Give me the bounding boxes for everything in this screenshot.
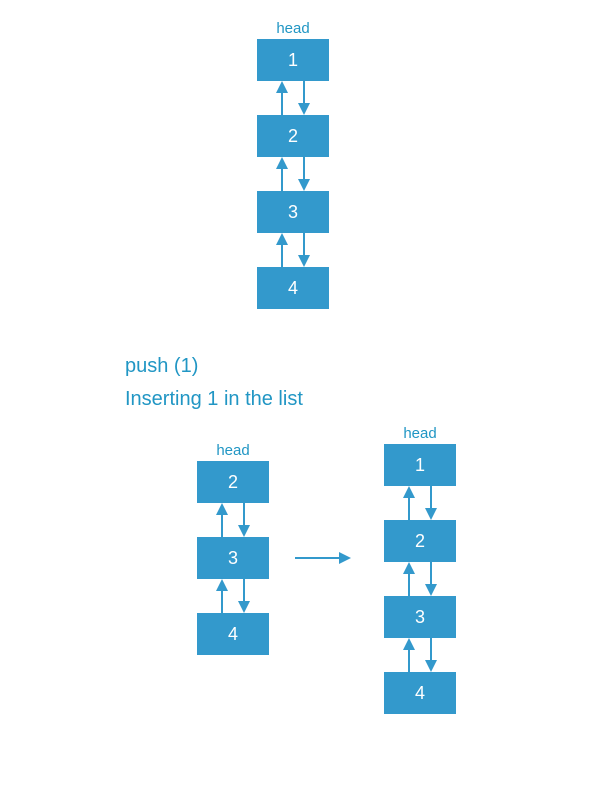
link-top-3-4: [257, 233, 329, 267]
caption-inserting: Inserting 1 in the list: [125, 388, 303, 411]
head-label-bottom-right: head: [395, 425, 445, 442]
node-bl-2: 3: [197, 537, 269, 579]
link-br-1-2: [384, 486, 456, 520]
link-bl-2-3: [197, 579, 269, 613]
node-bl-1: 2: [197, 461, 269, 503]
link-br-3-4: [384, 638, 456, 672]
node-br-4: 4: [384, 672, 456, 714]
link-top-1-2: [257, 81, 329, 115]
node-top-3: 3: [257, 191, 329, 233]
caption-push: push (1): [125, 355, 198, 378]
node-br-2: 2: [384, 520, 456, 562]
node-top-1: 1: [257, 39, 329, 81]
node-top-2: 2: [257, 115, 329, 157]
node-br-3: 3: [384, 596, 456, 638]
head-label-bottom-left: head: [208, 442, 258, 459]
head-label-top: head: [268, 20, 318, 37]
link-bl-1-2: [197, 503, 269, 537]
node-top-4: 4: [257, 267, 329, 309]
link-br-2-3: [384, 562, 456, 596]
node-bl-3: 4: [197, 613, 269, 655]
transition-arrow-icon: [295, 552, 355, 564]
node-br-1: 1: [384, 444, 456, 486]
link-top-2-3: [257, 157, 329, 191]
